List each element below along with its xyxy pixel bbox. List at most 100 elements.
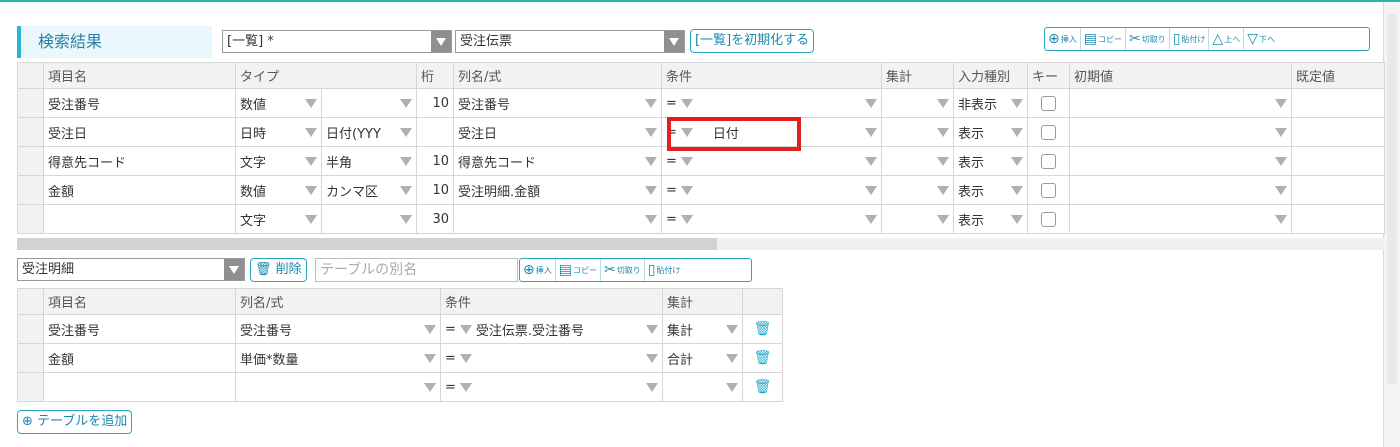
type-select[interactable]: 数値 [235,88,322,118]
subtype-select[interactable]: カンマ区 [320,175,418,205]
column-select[interactable] [453,204,663,234]
default-value-cell[interactable] [1291,88,1386,118]
table-alias-input[interactable]: テーブルの別名 [315,258,518,282]
item-name-cell[interactable]: 金額 [43,343,236,373]
trash-icon[interactable]: 🗑 [747,321,778,337]
key-checkbox[interactable] [1041,182,1057,198]
key-checkbox[interactable] [1041,95,1057,111]
trash-icon[interactable]: 🗑 [747,379,778,395]
item-name-cell[interactable]: 受注番号 [43,88,236,118]
initial-value-select[interactable] [1069,175,1293,205]
condition-op-group[interactable]: = [666,212,713,227]
input-type-select[interactable]: 表示 [953,204,1029,234]
digits-cell[interactable]: 10 [416,146,455,176]
table-row[interactable]: 受注番号 受注番号 = 受注伝票.受注番号 集計 🗑 [17,314,783,344]
tool-down-button[interactable]: ▽ 下へ [1244,28,1278,50]
item-name-cell[interactable]: 得意先コード [43,146,236,176]
aggregate-select[interactable] [881,146,955,176]
tool-plus-circle-button[interactable]: ⊕ 挿入 [520,259,556,281]
type-select[interactable]: 文字 [235,146,322,176]
initial-value-select[interactable] [1069,88,1293,118]
condition-op-group[interactable]: = [666,183,713,198]
initial-value-select[interactable] [1069,204,1293,234]
column-select[interactable]: 受注明細.金額 [453,175,663,205]
digits-cell[interactable]: 30 [416,204,455,234]
condition-cell[interactable]: = [661,88,883,118]
horizontal-scrollbar[interactable] [17,238,1384,250]
default-value-cell[interactable] [1291,117,1386,147]
type-select[interactable]: 文字 [235,204,322,234]
item-name-cell[interactable]: 受注番号 [43,314,236,344]
horizontal-scrollbar-thumb[interactable] [17,238,717,250]
tool-plus-circle-button[interactable]: ⊕ 挿入 [1045,28,1081,50]
trash-icon[interactable]: 🗑 [747,350,778,366]
item-name-cell[interactable] [43,204,236,234]
condition-cell[interactable]: = [440,343,663,373]
condition-cell[interactable]: = [661,204,883,234]
reset-list-button[interactable]: [一覧]を初期化する [690,29,815,53]
form-select[interactable]: 受注伝票 [455,30,685,53]
table-row[interactable]: 受注番号 数値 10 受注番号 = 非表示 [17,88,1386,118]
type-select[interactable]: 日時 [235,117,322,147]
delete-table-button[interactable]: 🗑 削除 [250,258,307,282]
table-row[interactable]: = 🗑 [17,372,783,402]
input-type-select[interactable]: 表示 [953,117,1029,147]
column-select[interactable]: 受注番号 [235,314,441,344]
aggregate-select[interactable] [881,117,955,147]
column-select[interactable]: 得意先コード [453,146,663,176]
subtype-select[interactable]: 半角 [320,146,418,176]
condition-op-group[interactable]: = [445,380,476,395]
digits-cell[interactable]: 10 [416,88,455,118]
digits-cell[interactable] [416,117,455,147]
tool-copy-button[interactable]: ▤ コピー [556,259,601,281]
input-type-select[interactable]: 表示 [953,146,1029,176]
input-type-select[interactable]: 非表示 [953,88,1029,118]
condition-op-group[interactable]: = [666,154,713,169]
item-name-cell[interactable]: 受注日 [43,117,236,147]
tool-up-button[interactable]: △ 上へ [1209,28,1245,50]
tool-paste-button[interactable]: ▯ 貼付け [1170,28,1210,50]
list-select[interactable]: [一覧] * [222,30,452,53]
aggregate-select[interactable] [881,204,955,234]
item-name-cell[interactable]: 金額 [43,175,236,205]
table-row[interactable]: 金額 数値 カンマ区 10 受注明細.金額 = 表示 [17,175,1386,205]
initial-value-select[interactable] [1069,146,1293,176]
table-select[interactable]: 受注明細 [17,258,245,281]
column-select[interactable]: 単価*数量 [235,343,441,373]
subtype-select[interactable] [320,204,418,234]
condition-cell[interactable]: = [661,175,883,205]
condition-cell[interactable]: = 受注伝票.受注番号 [440,314,663,344]
aggregate-select[interactable] [881,88,955,118]
aggregate-select[interactable] [662,372,743,402]
aggregate-select[interactable] [881,175,955,205]
column-select[interactable] [235,372,441,402]
column-select[interactable]: 受注番号 [453,88,663,118]
initial-value-select[interactable] [1069,117,1293,147]
default-value-cell[interactable] [1291,204,1386,234]
condition-op-group[interactable]: = [666,96,713,111]
input-type-select[interactable]: 表示 [953,175,1029,205]
key-checkbox[interactable] [1041,211,1057,227]
key-checkbox[interactable] [1041,124,1057,140]
aggregate-select[interactable]: 合計 [662,343,743,373]
default-value-cell[interactable] [1291,146,1386,176]
default-value-cell[interactable] [1291,175,1386,205]
add-table-button[interactable]: ⊕ テーブルを追加 [17,410,133,434]
column-select[interactable]: 受注日 [453,117,663,147]
tool-scissors-button[interactable]: ✂ 切取り [1126,28,1170,50]
aggregate-select[interactable]: 集計 [662,314,743,344]
item-name-cell[interactable] [43,372,236,402]
condition-cell[interactable]: = [440,372,663,402]
tool-scissors-button[interactable]: ✂ 切取り [601,259,645,281]
condition-op-group[interactable]: = [445,351,476,366]
subtype-select[interactable]: 日付(YYY [320,117,418,147]
vertical-scrollbar-thumb[interactable] [1387,14,1397,384]
digits-cell[interactable]: 10 [416,175,455,205]
table-row[interactable]: 文字 30 = 表示 [17,204,1386,234]
key-checkbox[interactable] [1041,153,1057,169]
condition-op-group[interactable]: = 受注伝票.受注番号 [445,320,584,339]
tool-copy-button[interactable]: ▤ コピー [1081,28,1126,50]
type-select[interactable]: 数値 [235,175,322,205]
tool-paste-button[interactable]: ▯ 貼付け [645,259,684,281]
table-row[interactable]: 金額 単価*数量 = 合計 🗑 [17,343,783,373]
